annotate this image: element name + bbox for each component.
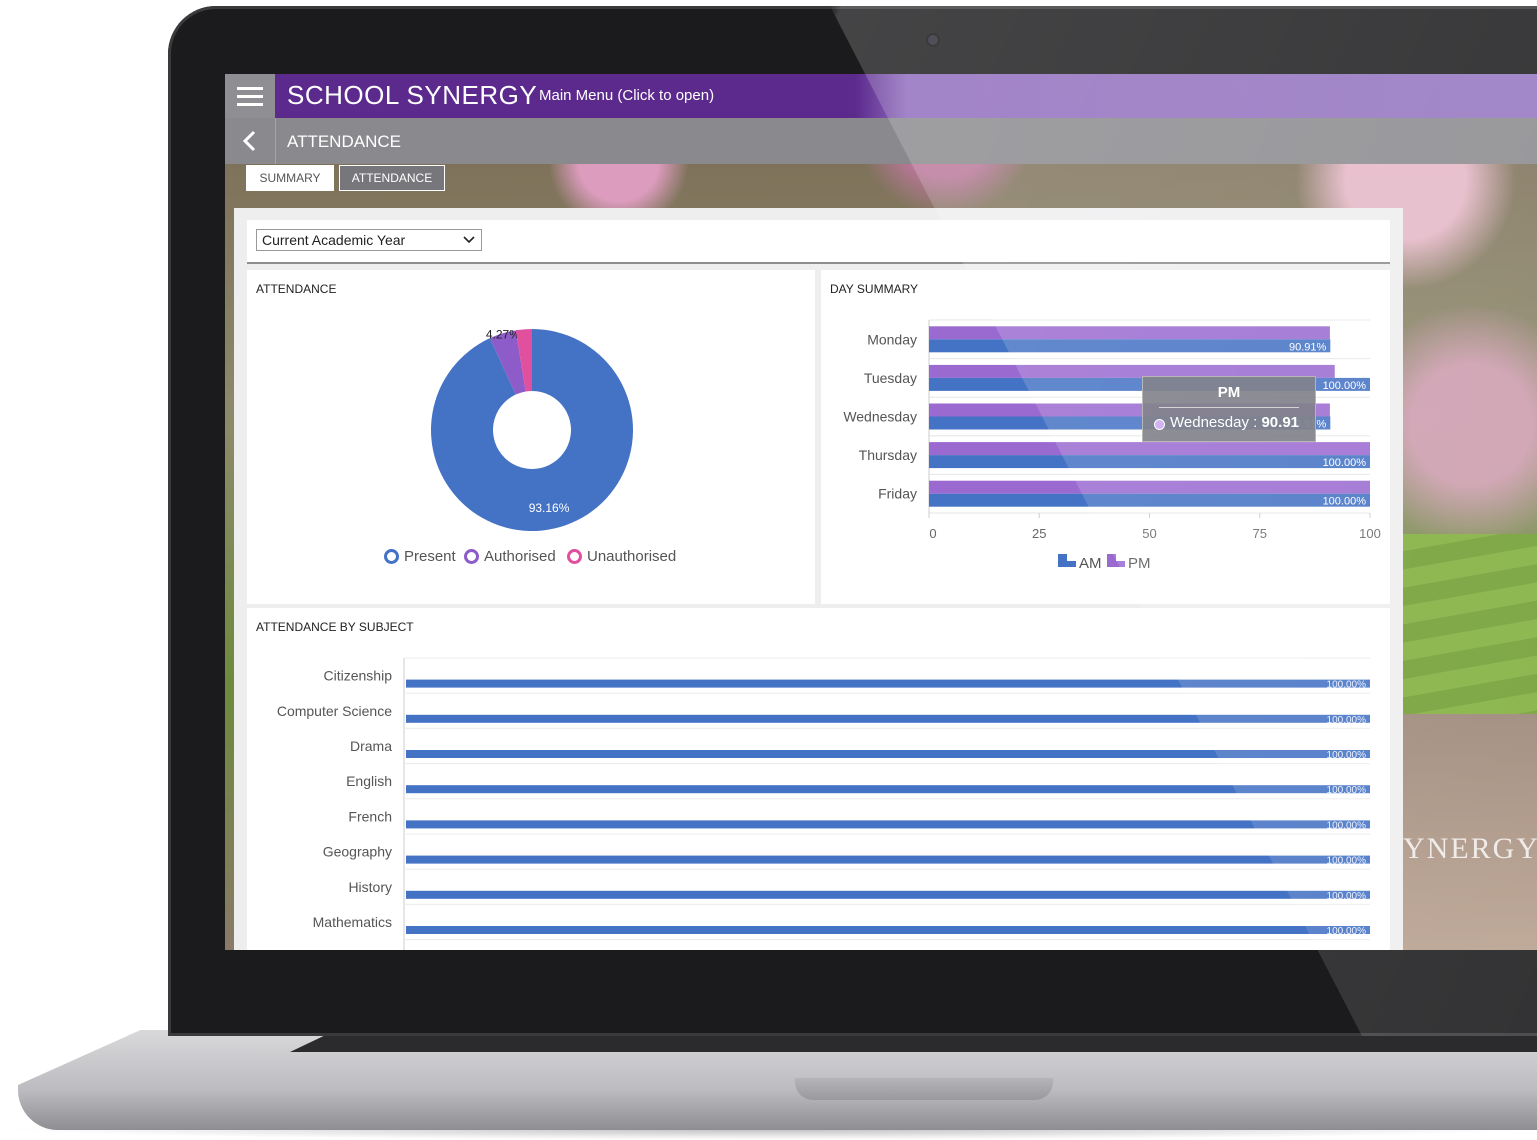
academic-year-select[interactable]: Current Academic Year bbox=[256, 229, 482, 251]
category-label: Wednesday bbox=[843, 409, 917, 425]
legend-marker bbox=[384, 549, 399, 564]
tooltip-marker bbox=[1154, 419, 1165, 430]
data-label: 100.00% bbox=[1327, 680, 1367, 691]
filter-bar: Current Academic Year bbox=[247, 220, 1390, 264]
x-tick-label: 0 bbox=[929, 526, 936, 541]
data-label: 100.00% bbox=[1327, 820, 1367, 831]
chart-tooltip: PM Wednesday : 90.91 bbox=[1142, 376, 1316, 442]
bar bbox=[406, 679, 1370, 688]
legend-present[interactable]: Present bbox=[384, 548, 456, 565]
legend-label: PM bbox=[1128, 555, 1151, 572]
category-label: French bbox=[348, 808, 392, 824]
camera-icon bbox=[928, 35, 938, 45]
data-label: 100.00% bbox=[1323, 380, 1367, 392]
bar-pm bbox=[929, 480, 1370, 494]
attendance-panel: ATTENDANCE 93.16% 4.27% Present Authorise… bbox=[247, 270, 815, 604]
tooltip-title: PM bbox=[1217, 384, 1241, 401]
category-label: Geography bbox=[323, 844, 392, 860]
tab-summary[interactable]: SUMMARY bbox=[246, 165, 334, 191]
subject-panel: ATTENDANCE BY SUBJECT Citizenship 100.00%… bbox=[247, 608, 1390, 950]
x-tick-label: 25 bbox=[1032, 526, 1046, 541]
bar-am bbox=[929, 339, 1331, 353]
bar-am bbox=[929, 455, 1370, 469]
bar bbox=[406, 890, 1370, 899]
data-label: 100.00% bbox=[1327, 856, 1367, 867]
category-label: Mathematics bbox=[313, 914, 392, 930]
legend-label: Authorised bbox=[484, 548, 556, 565]
data-label: 100.00% bbox=[1323, 496, 1367, 508]
x-tick-label: 100 bbox=[1359, 526, 1381, 541]
legend-authorised[interactable]: Authorised bbox=[464, 548, 556, 565]
laptop-screen: YNERGY S SCHOOL SYNERGY Main Menu (Click… bbox=[225, 74, 1537, 950]
legend-marker bbox=[1107, 554, 1116, 561]
bar bbox=[406, 785, 1370, 794]
data-label: 90.91% bbox=[1289, 341, 1327, 353]
donut-data-label: 4.27% bbox=[486, 327, 520, 341]
category-label: English bbox=[346, 773, 392, 789]
bar-am bbox=[929, 493, 1370, 507]
legend-marker bbox=[1107, 561, 1125, 567]
legend-marker bbox=[567, 549, 582, 564]
background-lawn bbox=[1397, 534, 1537, 714]
back-chevron-icon[interactable] bbox=[225, 118, 276, 164]
select-value: Current Academic Year bbox=[262, 232, 406, 248]
tooltip-divider bbox=[1159, 407, 1299, 408]
legend-marker bbox=[1058, 561, 1076, 567]
legend-label: AM bbox=[1079, 555, 1102, 572]
category-label: Drama bbox=[350, 738, 392, 754]
main-content: Current Academic Year ATTENDANCE 93.16% 4… bbox=[234, 208, 1403, 950]
x-tick-label: 50 bbox=[1142, 526, 1156, 541]
tooltip-value: 90.91 bbox=[1261, 414, 1300, 431]
dropdown-caret-icon bbox=[463, 232, 475, 251]
page-title: ATTENDANCE bbox=[287, 132, 401, 151]
category-label: Thursday bbox=[859, 447, 917, 463]
bar-pm bbox=[929, 326, 1330, 340]
tab-attendance[interactable]: ATTENDANCE bbox=[339, 165, 445, 191]
data-label: 100.00% bbox=[1327, 891, 1367, 902]
category-label: Friday bbox=[878, 486, 917, 502]
menu-icon[interactable] bbox=[225, 74, 275, 118]
tooltip-body: Wednesday : 90.91 bbox=[1170, 414, 1300, 431]
category-label: Monday bbox=[867, 331, 917, 347]
subject-chart: Citizenship 100.00% Computer Science 100.00… bbox=[277, 657, 1370, 950]
legend-marker bbox=[464, 549, 479, 564]
category-label: Citizenship bbox=[324, 668, 393, 684]
bar bbox=[406, 855, 1370, 864]
bar bbox=[406, 750, 1370, 758]
data-label: 100.00% bbox=[1327, 715, 1367, 726]
page-header: ATTENDANCE bbox=[225, 118, 1537, 164]
category-label: History bbox=[348, 879, 392, 895]
data-label: 100.00% bbox=[1327, 750, 1367, 761]
legend-label: Unauthorised bbox=[587, 548, 677, 565]
data-label: 100.00% bbox=[1327, 926, 1367, 937]
x-tick-label: 75 bbox=[1253, 526, 1267, 541]
app-header: SCHOOL SYNERGY Main Menu (Click to open) bbox=[225, 74, 1537, 118]
donut-data-label: 93.16% bbox=[529, 501, 570, 515]
main-menu-link[interactable]: Main Menu (Click to open) bbox=[539, 87, 714, 104]
bar bbox=[406, 714, 1370, 723]
app-logo: SCHOOL SYNERGY bbox=[287, 80, 538, 110]
tooltip-label: Wednesday bbox=[1170, 414, 1249, 431]
legend-label: Present bbox=[404, 548, 456, 565]
laptop-keyboard bbox=[290, 1034, 1537, 1052]
legend-unauthorised[interactable]: Unauthorised bbox=[567, 548, 676, 565]
legend-marker bbox=[1058, 554, 1067, 561]
category-label: Tuesday bbox=[864, 370, 917, 386]
bar bbox=[406, 820, 1370, 829]
bar bbox=[406, 926, 1370, 934]
laptop-notch bbox=[795, 1078, 1053, 1100]
bar-pm bbox=[929, 442, 1370, 456]
category-label: Computer Science bbox=[277, 703, 392, 719]
data-label: 100.00% bbox=[1327, 785, 1367, 796]
brand-watermark: YNERGY S bbox=[1403, 832, 1537, 865]
data-label: 100.00% bbox=[1323, 457, 1367, 469]
